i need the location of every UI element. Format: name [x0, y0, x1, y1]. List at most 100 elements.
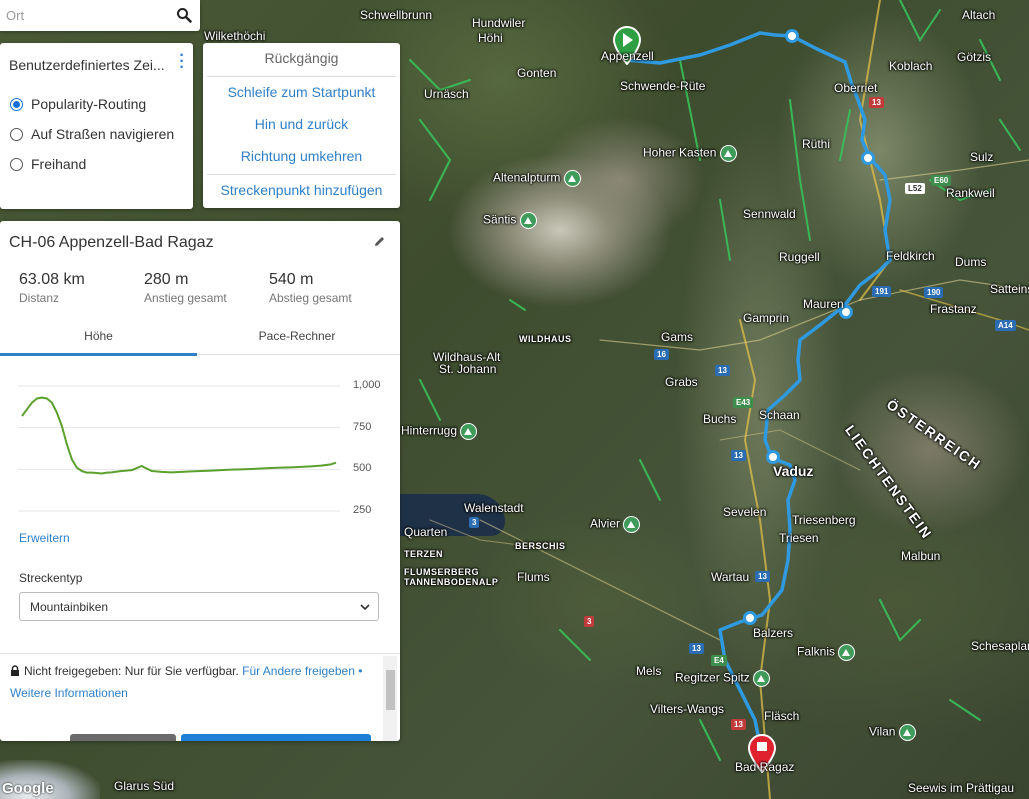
town-label: Flums [517, 570, 550, 584]
road-shield: 3 [584, 616, 595, 627]
save-button[interactable] [181, 734, 371, 741]
tab-elevation[interactable]: Höhe [0, 329, 197, 343]
radio-label: Freihand [31, 156, 87, 172]
region-label: FLUMSERBERG TANNENBODENALP [404, 567, 499, 587]
more-info-link[interactable]: Weitere Informationen [10, 686, 128, 700]
menu-item-undo[interactable]: Rückgängig [203, 50, 400, 66]
menu-item-out-and-back[interactable]: Hin und zurück [203, 116, 400, 132]
town-label: Fläsch [764, 709, 800, 723]
menu-item-add-waypoint[interactable]: Streckenpunkt hinzufügen [203, 182, 400, 198]
town-label: Urnäsch [424, 87, 469, 101]
town-label: Sulz [970, 150, 994, 164]
peak-label: Regitzer Spitz [675, 670, 771, 687]
town-label: Rüthi [802, 137, 831, 151]
peak-label: Vilan [869, 724, 916, 741]
route-actions-menu: Rückgängig Schleife zum Startpunkt Hin u… [203, 43, 400, 208]
kebab-menu-icon[interactable]: · · · [177, 48, 187, 76]
routing-mode-title[interactable]: Benutzerdefiniertes Zei... [9, 57, 174, 73]
town-label: Schaan [759, 408, 800, 422]
tab-pace-calculator[interactable]: Pace-Rechner [197, 329, 397, 343]
radio-button[interactable] [10, 127, 23, 141]
town-label: Sennwald [743, 207, 796, 221]
y-tick-label: 750 [353, 421, 372, 433]
search-box[interactable] [0, 0, 200, 31]
town-label: Walenstadt [464, 501, 524, 515]
stat-label: Abstieg gesamt [269, 291, 352, 305]
mountain-icon [563, 170, 581, 187]
town-label: Oberriet [834, 81, 878, 95]
town-label: Triesenberg [792, 513, 856, 527]
route-details-panel: CH-06 Appenzell-Bad Ragaz 63.08 km Dista… [0, 221, 400, 741]
peak-label: Falknis [797, 644, 856, 661]
town-label: Hundwiler [472, 16, 526, 30]
waypoint-marker[interactable] [743, 611, 757, 625]
town-label: Appenzell [601, 49, 654, 63]
town-label: St. Johann [439, 362, 497, 376]
scrollbar-thumb[interactable] [386, 670, 395, 710]
town-label: Vilters-Wangs [650, 702, 725, 716]
mountain-icon [519, 212, 537, 229]
stat-ascent: 280 m Anstieg gesamt [144, 271, 227, 305]
radio-freehand[interactable]: Freihand [10, 156, 86, 172]
radio-button[interactable] [10, 157, 23, 171]
search-input[interactable] [6, 8, 166, 23]
tab-active-indicator [0, 353, 197, 356]
pencil-icon[interactable] [373, 235, 386, 248]
chevron-down-icon [360, 604, 370, 611]
road-shield: 16 [654, 349, 669, 360]
menu-item-reverse-direction[interactable]: Richtung umkehren [203, 148, 400, 164]
share-link[interactable]: Für Andere freigeben [242, 664, 355, 678]
road-shield: E60 [931, 175, 952, 186]
radio-road-navigation[interactable]: Auf Straßen navigieren [10, 126, 174, 142]
waypoint-marker[interactable] [785, 29, 799, 43]
town-label: Höhi [478, 31, 503, 45]
waypoint-marker[interactable] [766, 450, 780, 464]
stat-value: 280 m [144, 271, 189, 288]
road-shield: 3 [469, 517, 480, 528]
road-shield: E43 [733, 397, 754, 408]
town-label: Feldkirch [886, 249, 935, 263]
y-tick-label: 500 [353, 462, 372, 474]
radio-popularity-routing[interactable]: Popularity-Routing [10, 96, 146, 112]
search-icon[interactable] [176, 7, 192, 23]
google-logo: Google [2, 780, 54, 797]
stat-value: 540 m [269, 271, 314, 288]
mountain-icon [838, 644, 856, 661]
route-type-select[interactable]: Mountainbiken [19, 592, 379, 621]
mountain-icon [719, 145, 737, 162]
peak-label: Säntis [483, 212, 537, 229]
mountain-icon [898, 724, 916, 741]
region-label: WILDHAUS [519, 334, 572, 344]
road-shield: 13 [869, 97, 884, 108]
waypoint-marker[interactable] [861, 151, 875, 165]
town-label: Wartau [711, 570, 750, 584]
road-shield: 13 [731, 450, 746, 461]
town-label: Ruggell [779, 250, 820, 264]
town-label: Gamprin [743, 311, 790, 325]
road-shield: 13 [689, 643, 704, 654]
stat-label: Anstieg gesamt [144, 291, 227, 305]
town-label: Schesaplana [971, 639, 1029, 653]
road-shield: 191 [872, 286, 892, 297]
town-label: Bad Ragaz [735, 760, 795, 774]
elevation-chart[interactable]: 1,000 750 500 250 [0, 361, 400, 521]
cancel-button[interactable] [70, 734, 176, 741]
road-shield: 13 [731, 719, 746, 730]
town-label: Grabs [665, 375, 698, 389]
road-shield: 13 [755, 571, 770, 582]
peak-label: Altenalpturm [493, 170, 581, 187]
radio-button[interactable] [10, 97, 23, 111]
y-tick-label: 250 [353, 504, 372, 516]
mountain-icon [623, 516, 641, 533]
town-label: Rankweil [946, 186, 995, 200]
peak-label: Alvier [590, 516, 641, 533]
town-label: Seewis im Prättigau [908, 781, 1015, 795]
expand-link[interactable]: Erweitern [19, 531, 70, 545]
town-label: Mels [636, 664, 662, 678]
mountain-icon [460, 423, 478, 440]
privacy-info-text: Nicht freigegeben: Nur für Sie verfügbar… [10, 660, 370, 704]
menu-item-loop-to-start[interactable]: Schleife zum Startpunkt [203, 84, 400, 100]
town-label: Schwende-Rüte [620, 79, 706, 93]
scrollbar[interactable] [383, 656, 397, 741]
stat-distance: 63.08 km Distanz [19, 271, 85, 305]
